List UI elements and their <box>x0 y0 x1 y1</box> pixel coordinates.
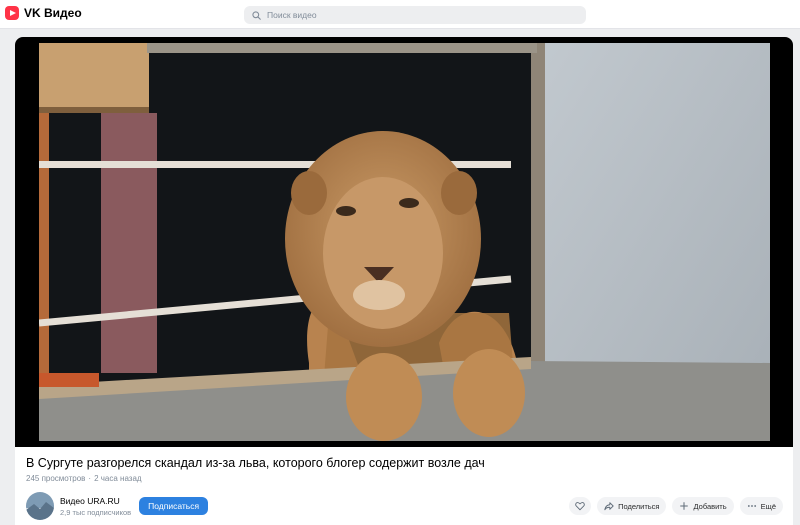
more-icon <box>747 505 756 507</box>
heart-icon <box>575 502 585 511</box>
meta-separator: · <box>88 474 92 483</box>
video-actions: Поделиться Добавить Ещё <box>569 497 783 515</box>
more-label: Ещё <box>760 501 776 511</box>
more-button[interactable]: Ещё <box>739 497 783 515</box>
video-meta: 245 просмотров · 2 часа назад <box>26 474 142 483</box>
add-button[interactable]: Добавить <box>672 497 734 515</box>
video-card: В Сургуте разгорелся скандал из-за льва,… <box>15 37 793 525</box>
plus-icon <box>680 502 689 510</box>
subscribe-button[interactable]: Подписаться <box>139 497 209 515</box>
top-bar: VK Видео <box>0 0 800 29</box>
like-button[interactable] <box>569 497 592 515</box>
add-label: Добавить <box>693 501 727 511</box>
search-box[interactable] <box>244 6 586 24</box>
channel-info: Видео URA.RU 2,9 тыс подписчиков Подписа… <box>26 492 209 520</box>
share-button[interactable]: Поделиться <box>597 497 667 515</box>
app-title: VK Видео <box>24 6 82 20</box>
video-title: В Сургуте разгорелся скандал из-за льва,… <box>26 456 485 470</box>
search-input[interactable] <box>267 10 567 20</box>
play-logo-icon <box>5 6 19 20</box>
channel-name[interactable]: Видео URA.RU <box>60 496 131 506</box>
publish-time: 2 часа назад <box>94 474 142 483</box>
view-count: 245 просмотров <box>26 474 86 483</box>
video-frame[interactable] <box>39 43 770 441</box>
search-icon <box>252 10 261 20</box>
share-label: Поделиться <box>618 501 660 511</box>
avatar-image <box>26 492 54 520</box>
subscriber-count: 2,9 тыс подписчиков <box>60 507 132 517</box>
vk-video-logo[interactable]: VK Видео <box>5 6 82 20</box>
channel-avatar[interactable] <box>26 492 54 520</box>
video-player[interactable] <box>15 37 793 447</box>
share-icon <box>604 502 614 511</box>
